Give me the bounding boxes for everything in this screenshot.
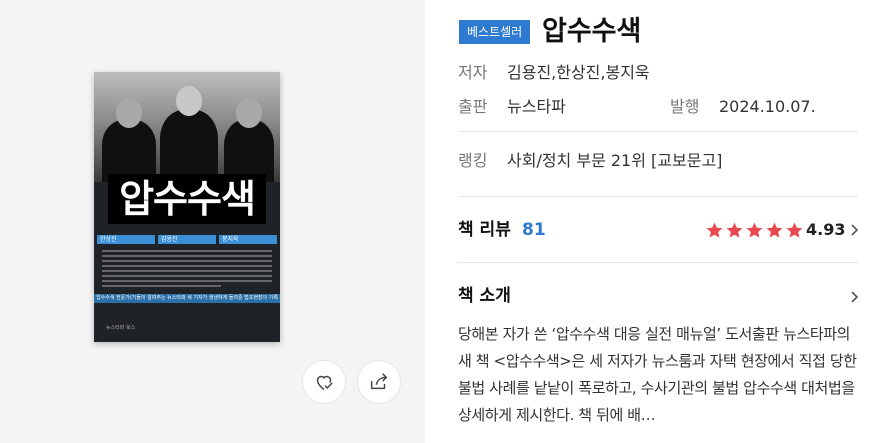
date-value: 2024.10.07. (719, 97, 816, 116)
book-title: 압수수색 (542, 16, 642, 47)
star-icon (766, 222, 783, 238)
star-rating (705, 218, 804, 242)
intro-text: 당해본 자가 쓴 ‘압수수색 대응 실전 매뉴얼’ 도서출판 뉴스타파의 새 책… (458, 325, 857, 424)
rating-value: 4.93 (806, 220, 846, 239)
details-panel: 베스트셀러 압수수색 저자 김용진,한상진,봉지욱 출판 뉴스타파 발행 202… (425, 0, 885, 443)
wishlist-button[interactable] (302, 360, 346, 404)
book-cover[interactable]: 압수수색 한상진 김용진 봉지욱 압수수색 전문가(?)들이 알려주는 뉴스타파… (94, 72, 280, 342)
ranking-value: 사회/정치 부문 21위 [교보문고] (507, 151, 723, 170)
share-button[interactable] (357, 360, 401, 404)
heart-check-icon (316, 375, 333, 390)
review-count: 81 (522, 220, 546, 240)
divider (458, 196, 858, 197)
cover-publisher-mark: 뉴스타파 북스 (106, 325, 136, 331)
share-icon (370, 373, 388, 390)
review-label: 책 리뷰 (458, 220, 511, 240)
ranking-label: 랭킹 (458, 151, 488, 170)
publisher-value[interactable]: 뉴스타파 (507, 96, 566, 118)
author-value[interactable]: 김용진,한상진,봉지욱 (507, 62, 650, 84)
cover-figure-left (102, 98, 156, 182)
cover-author-strip: 한상진 김용진 봉지욱 (94, 235, 280, 244)
cover-title: 압수수색 (108, 174, 266, 224)
star-icon (706, 222, 723, 238)
divider (458, 131, 858, 132)
intro-chevron-right-icon[interactable] (849, 290, 859, 304)
review-chevron-right-icon[interactable] (849, 223, 859, 237)
star-icon (746, 222, 763, 238)
cover-author-1: 한상진 (100, 236, 117, 243)
star-icon (726, 222, 743, 238)
cover-author-3: 봉지욱 (222, 236, 239, 243)
cover-photo (94, 72, 280, 182)
divider (458, 262, 858, 263)
cover-figure-right (224, 98, 274, 182)
bestseller-badge: 베스트셀러 (459, 20, 531, 44)
cover-figure-center (160, 86, 218, 182)
publisher-label: 출판 (458, 97, 488, 116)
cover-tagline: 압수수색 전문가(?)들이 알려주는 뉴스타파 세 기자가 생생하게 들려준 법… (94, 294, 280, 303)
star-icon (786, 222, 803, 238)
intro-label: 책 소개 (458, 286, 511, 306)
cover-body-text (102, 250, 272, 290)
author-label: 저자 (458, 63, 488, 82)
cover-panel: 압수수색 한상진 김용진 봉지욱 압수수색 전문가(?)들이 알려주는 뉴스타파… (0, 0, 425, 443)
cover-author-2: 김용진 (161, 236, 178, 243)
date-label: 발행 (670, 97, 700, 116)
